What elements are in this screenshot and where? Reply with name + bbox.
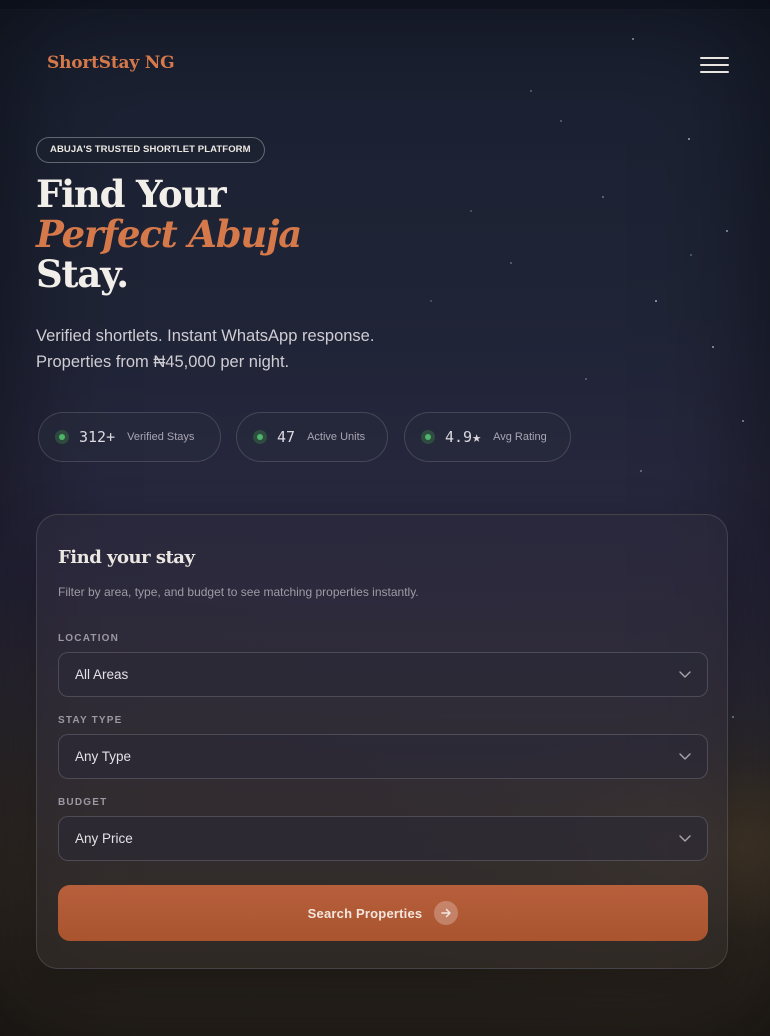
hero-subtitle-line1: Verified shortlets. Instant WhatsApp res… — [36, 327, 375, 345]
location-label: LOCATION — [58, 633, 120, 644]
menu-bar — [700, 71, 729, 73]
stat-active-units: 47 Active Units — [236, 412, 388, 462]
search-button-label: Search Properties — [307, 905, 423, 921]
stat-label: Avg Rating — [493, 431, 547, 443]
chevron-down-icon — [679, 835, 691, 842]
budget-select[interactable]: Any Price — [58, 816, 708, 861]
stat-value: 47 — [277, 428, 296, 446]
status-dot-icon — [253, 430, 267, 444]
chevron-down-icon — [679, 671, 691, 678]
hero-title-line1: Find Your — [36, 172, 227, 216]
search-card-title: Find your stay — [58, 547, 195, 568]
hamburger-menu-icon[interactable] — [700, 56, 730, 74]
arrow-right-icon — [434, 901, 459, 925]
search-card-description: Filter by area, type, and budget to see … — [58, 585, 419, 599]
stat-value: 312+ — [79, 428, 116, 446]
chevron-down-icon — [679, 753, 691, 760]
search-card: Find your stay Filter by area, type, and… — [36, 514, 728, 969]
stat-value: 4.9★ — [445, 428, 482, 446]
budget-value: Any Price — [75, 831, 133, 846]
hero-title-line2: Perfect Abuja — [36, 212, 302, 256]
stat-avg-rating: 4.9★ Avg Rating — [404, 412, 571, 462]
search-properties-button[interactable]: Search Properties — [58, 885, 708, 941]
stay-type-label: STAY TYPE — [58, 715, 123, 726]
budget-label: BUDGET — [58, 797, 108, 808]
location-value: All Areas — [75, 667, 129, 682]
menu-bar — [700, 57, 729, 59]
menu-bar — [700, 64, 729, 66]
hero-subtitle: Verified shortlets. Instant WhatsApp res… — [36, 323, 374, 375]
brand-logo[interactable]: ShortStay NG — [47, 53, 175, 73]
stat-label: Verified Stays — [127, 431, 195, 443]
stay-type-value: Any Type — [75, 749, 132, 764]
hero-title: Find Your Perfect Abuja Stay. — [36, 172, 302, 296]
stay-type-select[interactable]: Any Type — [58, 734, 708, 779]
hero-title-line3: Stay. — [36, 252, 129, 296]
platform-badge: ABUJA'S TRUSTED SHORTLET PLATFORM — [36, 137, 265, 163]
status-dot-icon — [421, 430, 435, 444]
stat-label: Active Units — [307, 431, 366, 443]
status-dot-icon — [55, 430, 69, 444]
stat-verified-stays: 312+ Verified Stays — [38, 412, 221, 462]
hero-subtitle-line2: Properties from ₦45,000 per night. — [36, 353, 290, 371]
location-select[interactable]: All Areas — [58, 652, 708, 697]
